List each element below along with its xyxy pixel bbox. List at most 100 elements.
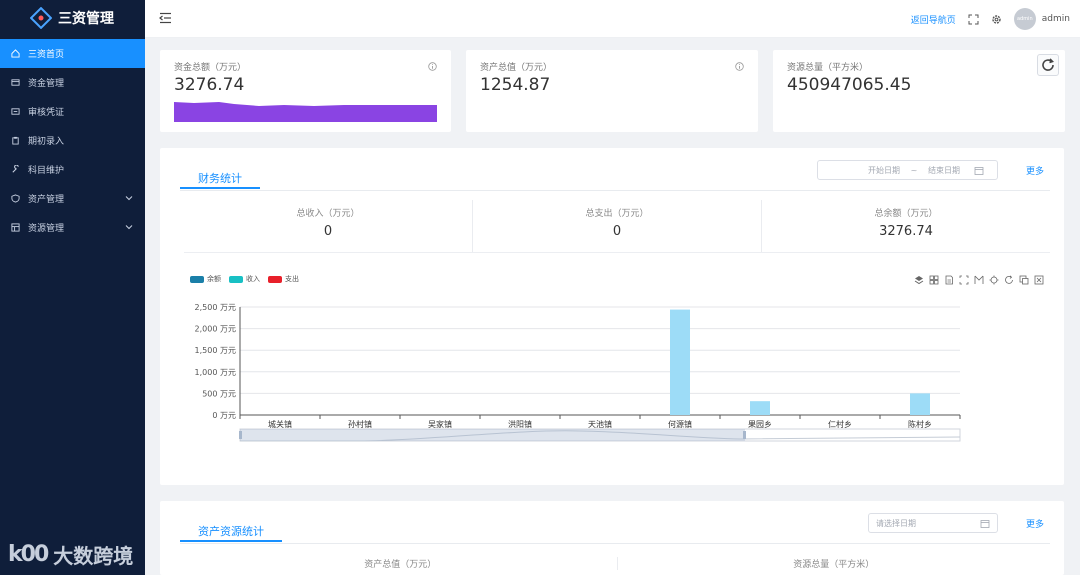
sidebar-item-vouchers[interactable]: 审核凭证: [0, 97, 145, 126]
x-tick-label: 洪阳镇: [508, 419, 532, 429]
legend-swatch: [268, 275, 282, 283]
layers-icon[interactable]: [914, 274, 924, 285]
stat-value: 1254.87: [480, 75, 551, 95]
back-to-nav-link[interactable]: 返回导航页: [911, 13, 956, 26]
legend-label: 支出: [285, 275, 299, 283]
y-tick-label: 2,500 万元: [195, 303, 236, 312]
y-tick-label: 0 万元: [212, 411, 236, 420]
finance-stats-panel: 财务统计 开始日期 ~ 结束日期 更多 总收入（万元） 0 总支出（万元） 0 …: [160, 148, 1064, 485]
refresh-icon[interactable]: [1037, 54, 1059, 76]
menu-collapse-icon[interactable]: [159, 12, 172, 24]
fullscreen-icon[interactable]: [968, 14, 979, 25]
calendar-icon: [974, 166, 984, 175]
y-tick-label: 1,500 万元: [195, 346, 236, 355]
wrench-icon: [10, 165, 20, 175]
brand[interactable]: 三资管理: [0, 0, 145, 36]
watermark-logo: k00: [8, 542, 49, 567]
range-separator: ~: [910, 165, 918, 175]
stat-label: 资金总额（万元）: [174, 63, 247, 73]
datazoom-handle-right: [743, 431, 746, 439]
tab-asset-resource-stats[interactable]: 资产资源统计: [180, 523, 282, 542]
resources-total-card: 资源总量（平方米） 450947065.45: [773, 50, 1065, 132]
summary-income: 总收入（万元） 0: [184, 200, 472, 252]
sidebar-item-label: 资源管理: [28, 224, 65, 234]
copy-icon[interactable]: [1019, 274, 1029, 285]
legend-item-balance[interactable]: 余额: [190, 274, 221, 284]
tab-divider: [180, 543, 1050, 544]
x-tick-label: 仁村乡: [828, 419, 852, 429]
database-icon: [10, 223, 20, 233]
restore-icon[interactable]: [1004, 274, 1014, 284]
legend-swatch: [229, 275, 243, 283]
summary-expense: 总支出（万元） 0: [472, 200, 761, 252]
sidebar-item-funds[interactable]: 资金管理: [0, 68, 145, 97]
save-image-icon[interactable]: [1034, 274, 1044, 285]
chevron-down-icon: [125, 194, 133, 202]
zoom-select-icon[interactable]: [959, 274, 969, 285]
document-icon: [10, 107, 20, 117]
x-tick-label: 天池镇: [588, 419, 612, 429]
sidebar-item-subjects[interactable]: 科目维护: [0, 155, 145, 184]
finance-bar-chart: 0 万元 500 万元 1,000 万元 1,500 万元 2,000 万元 2,500 …: [195, 303, 961, 442]
summary-label: 资源总量（平方米）: [616, 557, 1051, 570]
sidebar-item-label: 资金管理: [28, 79, 65, 89]
bar: [670, 309, 690, 415]
start-date-input[interactable]: 开始日期: [818, 165, 900, 176]
stat-label: 资产总值（万元）: [480, 63, 553, 73]
calendar-icon: [980, 519, 990, 528]
x-tick-label: 果园乡: [748, 420, 772, 429]
header-actions: 返回导航页 admin admin: [911, 8, 1070, 30]
legend-label: 收入: [246, 275, 260, 283]
sidebar-item-assets[interactable]: 资产管理: [0, 184, 145, 213]
grid-icon[interactable]: [929, 274, 939, 285]
home-icon: [10, 49, 20, 59]
sidebar-item-label: 期初录入: [28, 137, 65, 147]
legend-item-expense[interactable]: 支出: [268, 274, 299, 284]
summary-value: 0: [323, 224, 333, 239]
line-chart-icon[interactable]: [989, 274, 999, 285]
settings-gear-icon[interactable]: [991, 14, 1002, 25]
info-icon[interactable]: [735, 60, 744, 71]
summary-label: 总收入（万元）: [296, 209, 360, 219]
top-header: 返回导航页 admin admin: [145, 0, 1080, 38]
sidebar-item-label: 资产管理: [28, 195, 65, 205]
info-icon[interactable]: [428, 60, 437, 71]
date-input[interactable]: 请选择日期: [876, 518, 980, 529]
assets-summary: 资产总值（万元） 资源总量（平方米）: [184, 557, 1050, 570]
avatar[interactable]: admin: [1013, 8, 1036, 30]
summary-label: 总支出（万元）: [585, 209, 649, 219]
x-tick-label: 吴家镇: [428, 419, 452, 429]
bar: [750, 401, 770, 415]
legend-label: 余额: [207, 275, 221, 283]
zoom-reset-icon[interactable]: [974, 274, 984, 284]
assets-total-card: 资产总值（万元） 1254.87: [466, 50, 758, 132]
end-date-input[interactable]: 结束日期: [928, 165, 968, 176]
finance-summary: 总收入（万元） 0 总支出（万元） 0 总余额（万元） 3276.74: [184, 200, 1050, 252]
sidebar-item-home[interactable]: 三资首页: [0, 39, 145, 68]
date-range-picker[interactable]: 开始日期 ~ 结束日期: [817, 160, 998, 180]
tab-finance-stats[interactable]: 财务统计: [180, 170, 260, 189]
y-tick-label: 1,000 万元: [195, 368, 236, 377]
finance-more-link[interactable]: 更多: [1026, 164, 1044, 177]
chevron-down-icon: [125, 223, 133, 231]
funds-total-card: 资金总额（万元） 3276.74: [160, 50, 451, 132]
sidebar-item-resources[interactable]: 资源管理: [0, 213, 145, 242]
tab-divider: [180, 190, 1050, 191]
watermark-text: 大数跨境: [53, 544, 134, 568]
date-picker[interactable]: 请选择日期: [868, 513, 998, 533]
sidebar-item-label: 三资首页: [28, 50, 65, 60]
legend-item-income[interactable]: 收入: [229, 274, 260, 284]
sidebar-item-opening[interactable]: 期初录入: [0, 126, 145, 155]
stat-value: 3276.74: [174, 75, 245, 95]
x-tick-label: 何源镇: [668, 419, 692, 429]
assets-more-link[interactable]: 更多: [1026, 517, 1044, 530]
data-view-icon[interactable]: [944, 274, 954, 285]
summary-balance: 总余额（万元） 3276.74: [761, 200, 1050, 252]
x-tick-label: 陈村乡: [908, 419, 932, 429]
chart-legend: 余额 收入 支出: [190, 274, 299, 284]
username[interactable]: admin: [1042, 14, 1070, 24]
y-tick-label: 2,000 万元: [195, 325, 236, 334]
y-tick-label: 500 万元: [202, 389, 236, 398]
watermark: k00 大数跨境: [8, 540, 133, 569]
brand-logo-icon: [29, 6, 53, 30]
